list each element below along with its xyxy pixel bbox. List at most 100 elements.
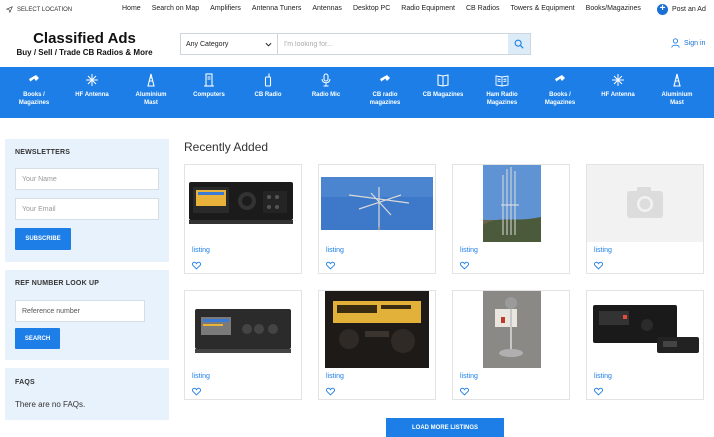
category-select-value: Any Category [186,40,229,48]
nav-amplifiers[interactable]: Amplifiers [210,5,241,12]
listing-image-placeholder[interactable] [587,165,703,242]
category-aluminium-mast-2[interactable]: Aluminium Mast [649,73,705,107]
listing-image[interactable] [185,291,301,368]
listing-card[interactable]: listing [184,290,302,400]
newsletter-email-field[interactable]: Your Email [15,198,159,220]
listing-card[interactable]: listing [184,164,302,274]
logo-title: Classified Ads [33,30,136,47]
category-label-line1: Aluminium [661,92,693,98]
listing-image[interactable] [319,165,435,242]
category-books-magazines-2[interactable]: Books / Magazines [532,73,588,107]
logo-tagline: Buy / Sell / Trade CB Radios & More [16,48,153,57]
faqs-box: FAQS There are no FAQs. [5,368,169,420]
nav-search-on-map[interactable]: Search on Map [152,5,199,12]
category-cb-radio-magazines[interactable]: CB radio magazines [357,73,413,107]
category-cb-radio[interactable]: CB Radio [240,73,296,99]
listing-card[interactable]: listing [586,290,704,400]
select-location[interactable]: SELECT LOCATION [6,6,72,13]
category-hf-antenna-2[interactable]: HF Antenna [590,73,646,99]
category-label-line2: Magazines [486,100,518,106]
category-radio-mic[interactable]: Radio Mic [298,73,354,99]
heart-icon[interactable] [460,387,469,396]
search-input[interactable] [278,34,508,54]
camera-icon [587,165,703,242]
section-heading: Recently Added [184,140,269,154]
category-cb-magazines[interactable]: CB Magazines [415,73,471,99]
heart-icon[interactable] [594,261,603,270]
subscribe-button[interactable]: SUBSCRIBE [15,228,71,250]
post-ad-button[interactable]: + Post an Ad [657,4,706,15]
chevron-down-icon [265,42,272,47]
listing-image[interactable] [587,291,703,368]
mic-icon [321,73,331,87]
listing-image[interactable] [453,291,569,368]
category-label-line2: Mast [144,100,158,106]
category-ham-radio-magazines[interactable]: Ham Radio Magazines [474,73,530,107]
sign-in-link[interactable]: Sign in [671,38,705,48]
listing-label[interactable]: listing [594,247,612,254]
site-logo[interactable]: Classified Ads Buy / Sell / Trade CB Rad… [12,31,157,59]
ref-search-button[interactable]: SEARCH [15,328,60,349]
heart-icon[interactable] [326,387,335,396]
email-placeholder: Your Email [22,205,56,213]
listing-card[interactable]: listing [318,164,436,274]
heart-icon[interactable] [460,261,469,270]
book-open-icon [495,75,509,87]
heart-icon[interactable] [192,387,201,396]
category-hf-antenna[interactable]: HF Antenna [64,73,120,99]
category-select[interactable]: Any Category [181,34,278,54]
category-label-line1: Ham Radio [486,92,518,98]
mast-icon [673,73,681,87]
newsletter-name-field[interactable]: Your Name [15,168,159,190]
nav-antenna-tuners[interactable]: Antenna Tuners [252,5,301,12]
user-icon [671,38,680,48]
listing-image[interactable] [319,291,435,368]
reference-number-field[interactable]: Reference number [15,300,145,322]
antenna-icon [86,74,98,86]
listing-label[interactable]: listing [192,247,210,254]
post-ad-label: Post an Ad [672,6,706,13]
nav-desktop-pc[interactable]: Desktop PC [353,5,390,12]
category-label-line2: Magazines [544,100,576,106]
category-label-line1: Computers [193,92,225,98]
nav-towers-equipment[interactable]: Towers & Equipment [510,5,574,12]
listing-image[interactable] [185,165,301,242]
listing-label[interactable]: listing [460,373,478,380]
faqs-text: There are no FAQs. [15,400,86,409]
load-more-button[interactable]: LOAD MORE LISTINGS [386,418,504,437]
heart-icon[interactable] [326,261,335,270]
listing-label[interactable]: listing [326,373,344,380]
listing-card[interactable]: listing [318,290,436,400]
category-bar: Books / Magazines HF Antenna Aluminium Mas… [0,67,714,118]
category-label-line1: CB Radio [254,92,282,98]
category-aluminium-mast[interactable]: Aluminium Mast [123,73,179,107]
listing-label[interactable]: listing [460,247,478,254]
category-books-magazines[interactable]: Books / Magazines [6,73,62,107]
listing-card[interactable]: listing [452,290,570,400]
listing-image[interactable] [453,165,569,242]
search-button[interactable] [508,34,530,54]
listing-label[interactable]: listing [326,247,344,254]
listing-card[interactable]: listing [586,164,704,274]
faqs-title: FAQS [15,379,35,386]
nav-radio-equipment[interactable]: Radio Equipment [401,5,455,12]
category-label-line1: HF Antenna [75,92,109,98]
listing-label[interactable]: listing [192,373,210,380]
heart-icon[interactable] [594,387,603,396]
mast-icon [147,73,155,87]
listing-card[interactable]: listing [452,164,570,274]
search-icon [514,39,524,49]
radio-icon [380,75,390,86]
radio-icon [555,75,565,86]
heart-icon[interactable] [192,261,201,270]
category-label-line2: magazines [369,100,401,106]
category-computers[interactable]: Computers [181,73,237,99]
nav-home[interactable]: Home [122,5,141,12]
listing-label[interactable]: listing [594,373,612,380]
nav-cb-radios[interactable]: CB Radios [466,5,499,12]
newsletter-title: NEWSLETTERS [15,149,71,156]
category-label-line1: CB Magazines [422,92,464,98]
nav-books-magazines[interactable]: Books/Magazines [586,5,641,12]
name-placeholder: Your Name [22,175,57,183]
nav-antennas[interactable]: Antennas [312,5,342,12]
